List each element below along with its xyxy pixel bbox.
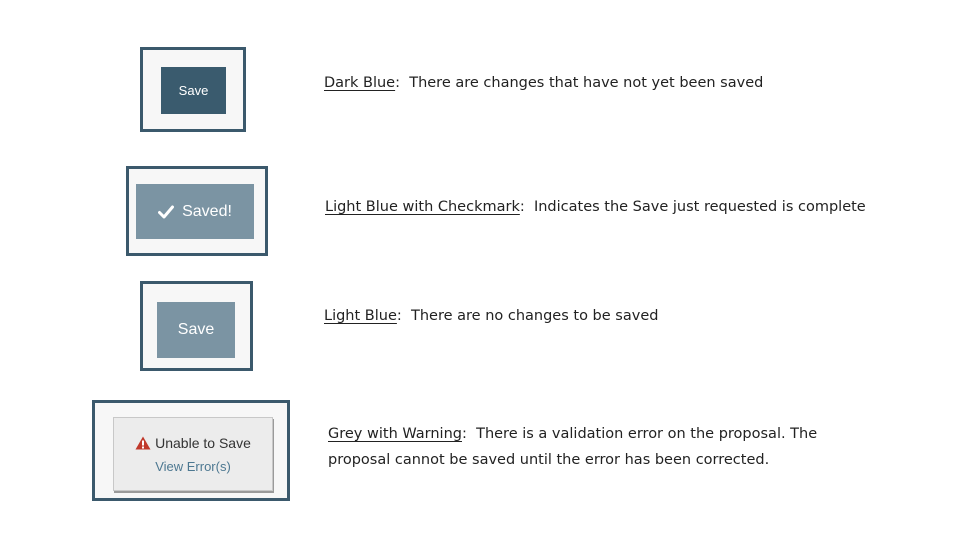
checkmark-icon — [158, 205, 175, 218]
saved-button-label: Saved! — [182, 202, 232, 220]
description-dark-blue: Dark Blue: There are changes that have n… — [324, 75, 764, 91]
unable-frame: Unable to Save View Error(s) — [92, 400, 290, 501]
save-button-label: Save — [177, 321, 215, 338]
description-text: There are no changes to be saved — [411, 308, 659, 324]
description-grey-warning: Grey with Warning: There is a validation… — [328, 421, 817, 473]
term-grey-warning: Grey with Warning — [328, 426, 462, 442]
unable-to-save-button[interactable]: Unable to Save View Error(s) — [113, 417, 273, 491]
save-light-frame: Save — [140, 281, 253, 371]
description-light-blue-checkmark: Light Blue with Checkmark: Indicates the… — [325, 199, 866, 215]
save-button-light[interactable]: Save — [157, 302, 235, 358]
term-dark-blue: Dark Blue — [324, 75, 396, 91]
term-light-blue-checkmark: Light Blue with Checkmark — [325, 199, 520, 215]
warning-icon — [135, 436, 151, 449]
description-light-blue: Light Blue: There are no changes to be s… — [324, 308, 659, 324]
description-text: There are changes that have not yet been… — [409, 75, 764, 91]
save-button-label: Save — [178, 83, 209, 98]
view-errors-link[interactable]: View Error(s) — [155, 459, 231, 474]
warning-row: Unable to Save — [135, 435, 251, 451]
unable-to-save-label: Unable to Save — [155, 434, 251, 451]
description-text: There is a validation error on the propo… — [476, 426, 818, 442]
saved-frame: Saved! — [126, 166, 268, 256]
saved-button[interactable]: Saved! — [136, 184, 254, 239]
save-button-dark[interactable]: Save — [161, 67, 226, 114]
save-dark-frame: Save — [140, 47, 246, 132]
description-line-2: proposal cannot be saved until the error… — [328, 452, 770, 468]
description-text: Indicates the Save just requested is com… — [533, 199, 866, 215]
term-light-blue: Light Blue — [324, 308, 397, 324]
description-line-1: Grey with Warning: There is a validation… — [328, 426, 818, 442]
